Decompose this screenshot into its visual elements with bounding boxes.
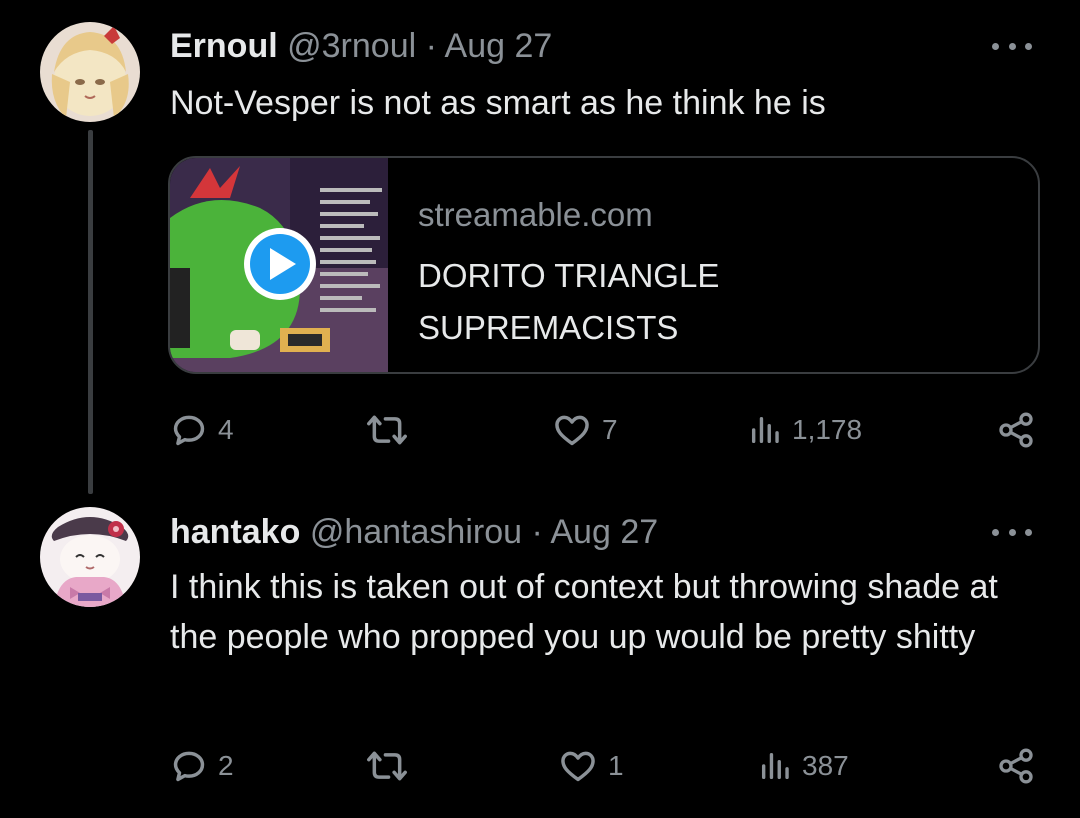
card-thumbnail[interactable] [170,158,388,372]
timestamp[interactable]: Aug 27 [445,27,553,65]
retweet-icon [366,411,408,449]
card-domain: streamable.com [418,196,653,233]
like-button[interactable]: 7 [552,408,618,452]
display-name[interactable]: Ernoul [170,27,278,65]
reply-count: 4 [218,414,234,445]
card-title: DORITO TRIANGLE SUPREMACISTS [418,257,720,346]
retweet-button[interactable] [366,744,418,788]
link-preview-card[interactable]: streamable.com DORITO TRIANGLE SUPREMACI… [168,156,1040,374]
tweet-header: hantako @hantashirou · Aug 27 [170,512,658,552]
handle[interactable]: @3rnoul [287,27,416,65]
like-count: 1 [608,750,624,781]
tweet-actions: 4 7 1,178 [170,408,1036,452]
share-icon [996,410,1036,450]
reply-icon [170,747,208,785]
views-icon [748,413,782,447]
tweet-text: Not-Vesper is not as smart as he think h… [170,84,826,122]
avatar[interactable] [40,22,140,122]
share-button[interactable] [996,408,1036,452]
handle[interactable]: @hantashirou [310,513,522,551]
more-icon[interactable] [992,36,1032,56]
separator-dot: · [531,513,543,551]
share-button[interactable] [996,744,1036,788]
share-icon [996,746,1036,786]
like-count: 7 [602,414,618,445]
reply-button[interactable]: 2 [170,744,234,788]
like-button[interactable]: 1 [558,744,624,788]
tweet-header: Ernoul @3rnoul · Aug 27 [170,26,552,66]
views-button[interactable]: 1,178 [748,408,862,452]
avatar[interactable] [40,507,140,607]
separator-dot: · [425,27,437,65]
thread-connector-line [88,130,93,494]
reply-count: 2 [218,750,234,781]
retweet-icon [366,747,408,785]
reply-icon [170,411,208,449]
tweet-actions: 2 1 387 [170,744,1036,788]
display-name[interactable]: hantako [170,513,300,551]
timestamp[interactable]: Aug 27 [550,513,658,551]
views-button[interactable]: 387 [758,744,849,788]
play-icon[interactable] [244,228,316,300]
like-icon [558,747,598,785]
more-icon[interactable] [992,522,1032,542]
views-count: 387 [802,750,849,781]
like-icon [552,411,592,449]
views-icon [758,749,792,783]
reply-button[interactable]: 4 [170,408,234,452]
tweet-text: I think this is taken out of context but… [170,568,998,656]
views-count: 1,178 [792,414,863,445]
retweet-button[interactable] [366,408,418,452]
